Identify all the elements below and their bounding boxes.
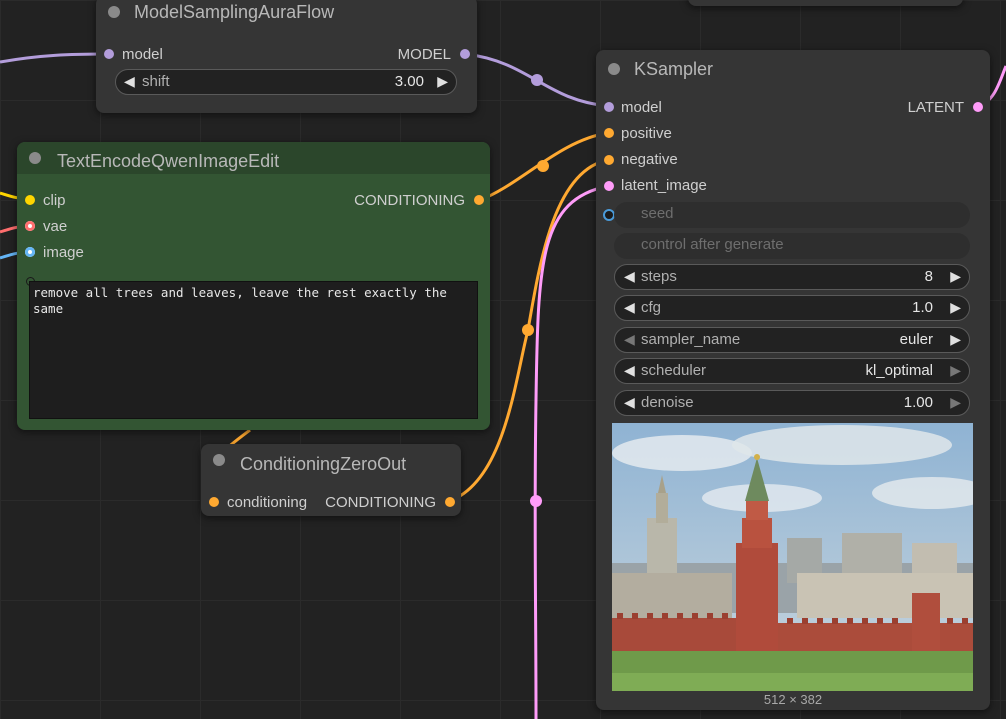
decrement-arrow-icon[interactable]: ◀ <box>624 394 635 411</box>
steps-label: steps <box>641 268 677 285</box>
preview-size-caption: 512 × 382 <box>763 692 823 707</box>
conditioning-output-dot-icon[interactable] <box>445 497 455 507</box>
model-output-dot-icon[interactable] <box>460 49 470 59</box>
previous-option-arrow-icon[interactable]: ◀ <box>624 331 635 348</box>
preview-picture <box>612 423 973 691</box>
shift-widget[interactable]: ◀ shift 3.00 ▶ <box>115 69 457 95</box>
negative-input-label: negative <box>621 151 678 168</box>
decrement-arrow-icon[interactable]: ◀ <box>624 268 635 285</box>
conditioning-output-dot-icon[interactable] <box>474 195 484 205</box>
collapse-dot-icon[interactable] <box>29 152 41 164</box>
scheduler-value: kl_optimal <box>865 362 933 379</box>
image-input-dot-icon[interactable] <box>25 247 35 257</box>
cfg-widget[interactable]: ◀ cfg 1.0 ▶ <box>614 295 970 321</box>
shift-label: shift <box>142 73 170 90</box>
model-input-dot-icon[interactable] <box>604 102 614 112</box>
latent-input-label: latent_image <box>621 177 707 194</box>
collapse-dot-icon[interactable] <box>213 454 225 466</box>
sampler-name-widget[interactable]: ◀ sampler_name euler ▶ <box>614 327 970 353</box>
increment-arrow-icon[interactable]: ▶ <box>437 73 448 90</box>
conditioning-output-label: CONDITIONING <box>354 192 465 209</box>
node-title: ConditioningZeroOut <box>240 454 407 474</box>
positive-input-dot-icon[interactable] <box>604 128 614 138</box>
model-wire-left <box>0 52 109 64</box>
scheduler-label: scheduler <box>641 362 707 379</box>
increment-arrow-icon[interactable]: ▶ <box>950 268 961 285</box>
latent-input-dot-icon[interactable] <box>604 181 614 191</box>
node-title: TextEncodeQwenImageEdit <box>57 151 280 171</box>
shift-value: 3.00 <box>394 73 424 90</box>
clip-input-label: clip <box>43 192 66 209</box>
node-title-bar[interactable]: TextEncodeQwenImageEdit <box>17 142 490 174</box>
negative-wire-midpoint[interactable] <box>522 324 534 336</box>
next-option-arrow-icon[interactable]: ▶ <box>950 331 961 348</box>
decrement-arrow-icon[interactable]: ◀ <box>624 299 635 316</box>
vae-input-dot-icon[interactable] <box>25 221 35 231</box>
negative-input-dot-icon[interactable] <box>604 155 614 165</box>
latent-wire-midpoint[interactable] <box>530 495 542 507</box>
sampler-name-label: sampler_name <box>641 331 741 348</box>
node-title: KSampler <box>634 59 714 79</box>
cfg-label: cfg <box>641 299 662 316</box>
positive-wire-midpoint[interactable] <box>537 160 549 172</box>
denoise-widget[interactable]: ◀ denoise 1.00 ▶ <box>614 390 970 416</box>
node-title: ModelSamplingAuraFlow <box>134 2 335 22</box>
prompt-textarea[interactable]: remove all trees and leaves, leave the r… <box>29 281 478 419</box>
conditioning-output-label: CONDITIONING <box>325 494 436 511</box>
conditioning-input-dot-icon[interactable] <box>209 497 219 507</box>
offscreen-node[interactable] <box>688 0 963 6</box>
increment-arrow-icon[interactable]: ▶ <box>950 299 961 316</box>
control-after-generate-widget: control after generate <box>614 233 970 259</box>
clip-input-dot-icon[interactable] <box>25 195 35 205</box>
increment-arrow-icon[interactable]: ▶ <box>950 394 961 411</box>
model-input-dot-icon[interactable] <box>104 49 114 59</box>
collapse-dot-icon[interactable] <box>108 6 120 18</box>
model-input-label: model <box>122 46 163 63</box>
decrement-arrow-icon[interactable]: ◀ <box>124 73 135 90</box>
vae-input-label: vae <box>43 218 68 235</box>
latent-output-dot-icon[interactable] <box>973 102 983 112</box>
seed-widget: seed <box>614 202 970 228</box>
model-input-label: model <box>621 99 662 116</box>
sampler-name-value: euler <box>899 331 933 348</box>
cfg-value: 1.0 <box>912 299 933 316</box>
text-encode-qwen-image-edit-node[interactable]: TextEncodeQwenImageEdit clip vae image C… <box>17 142 490 430</box>
steps-widget[interactable]: ◀ steps 8 ▶ <box>614 264 970 290</box>
preview-image <box>612 423 973 691</box>
node-title-bar[interactable]: KSampler <box>596 50 990 86</box>
model-output-label: MODEL <box>397 46 451 63</box>
model-wire-midpoint[interactable] <box>531 74 543 86</box>
latent-output-label: LATENT <box>907 99 964 116</box>
seed-label: seed <box>641 205 674 222</box>
ksampler-node[interactable]: KSampler model LATENT positive negative … <box>596 50 990 710</box>
node-title-bar[interactable]: ModelSamplingAuraFlow <box>96 0 477 28</box>
next-option-arrow-icon[interactable]: ▶ <box>950 362 961 379</box>
conditioning-zero-out-node[interactable]: ConditioningZeroOut conditioning CONDITI… <box>201 444 461 516</box>
previous-option-arrow-icon[interactable]: ◀ <box>624 362 635 379</box>
denoise-label: denoise <box>641 394 694 411</box>
node-title-bar[interactable]: ConditioningZeroOut <box>201 444 461 476</box>
positive-input-label: positive <box>621 125 672 142</box>
model-sampling-aura-flow-node[interactable]: ModelSamplingAuraFlow model MODEL ◀ shif… <box>96 0 477 113</box>
denoise-value: 1.00 <box>903 394 933 411</box>
collapse-dot-icon[interactable] <box>608 63 620 75</box>
control-after-generate-label: control after generate <box>641 236 784 253</box>
scheduler-widget[interactable]: ◀ scheduler kl_optimal ▶ <box>614 358 970 384</box>
steps-value: 8 <box>924 268 933 285</box>
image-input-label: image <box>43 244 84 261</box>
conditioning-input-label: conditioning <box>227 494 308 511</box>
